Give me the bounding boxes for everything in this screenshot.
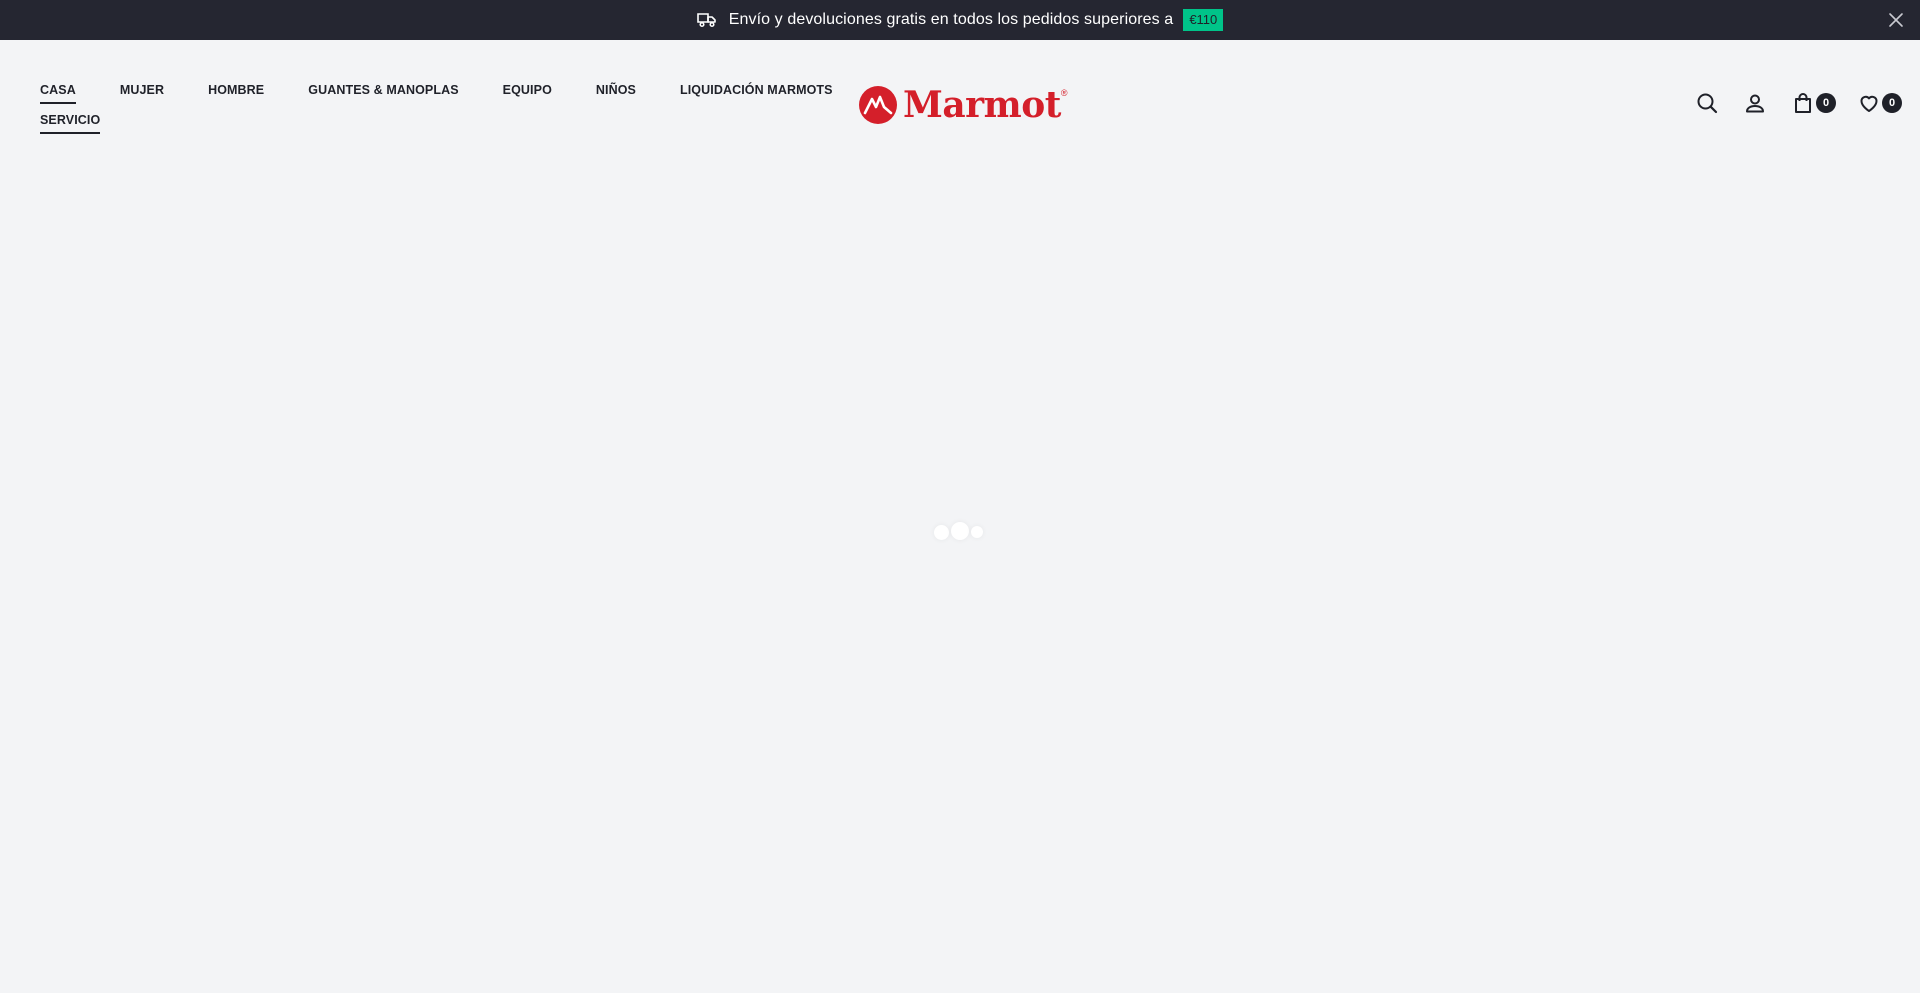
- loading-dot: [971, 526, 983, 538]
- announcement-text: Envío y devoluciones gratis en todos los…: [728, 11, 1174, 28]
- nav-row-secondary: SERVICIO: [40, 112, 800, 134]
- nav-item-casa[interactable]: CASA: [40, 83, 76, 104]
- user-icon[interactable]: [1744, 92, 1766, 114]
- shopping-bag-icon: [1795, 93, 1811, 113]
- cart-button[interactable]: 0: [1792, 92, 1836, 114]
- heart-icon: [1860, 95, 1878, 112]
- truck-icon: [696, 12, 717, 28]
- free-shipping-threshold-badge: €110: [1183, 9, 1224, 31]
- nav-row-primary: CASA MUJER HOMBRE GUANTES & MANOPLAS EQU…: [40, 82, 832, 104]
- nav-item-ninos[interactable]: NIÑOS: [596, 83, 636, 104]
- announcement-content: Envío y devoluciones gratis en todos los…: [0, 0, 1920, 40]
- cart-count-badge: 0: [1816, 93, 1836, 113]
- site-header: CASA MUJER HOMBRE GUANTES & MANOPLAS EQU…: [0, 40, 1920, 152]
- logo-wordmark: Marmot: [903, 84, 1061, 126]
- nav-item-mujer[interactable]: MUJER: [120, 83, 164, 104]
- close-icon[interactable]: [1888, 12, 1904, 28]
- loading-dots-icon: [930, 520, 990, 544]
- marmot-logo[interactable]: Marmot ®: [858, 84, 1068, 126]
- loading-dot: [934, 525, 949, 540]
- marmot-logo-mark-icon: [859, 86, 897, 124]
- nav-item-liquidacion-marmots[interactable]: LIQUIDACIÓN MARMOTS: [680, 83, 833, 104]
- announcement-bar: Envío y devoluciones gratis en todos los…: [0, 0, 1920, 40]
- nav-item-hombre[interactable]: HOMBRE: [208, 83, 264, 104]
- registered-mark-icon: ®: [1060, 88, 1068, 98]
- nav-item-equipo[interactable]: EQUIPO: [503, 83, 552, 104]
- wishlist-count-badge: 0: [1882, 93, 1902, 113]
- loading-dot: [951, 522, 969, 540]
- main-navigation: CASA MUJER HOMBRE GUANTES & MANOPLAS EQU…: [40, 82, 832, 134]
- wishlist-button[interactable]: 0: [1858, 92, 1902, 114]
- nav-item-servicio[interactable]: SERVICIO: [40, 113, 101, 134]
- search-icon[interactable]: [1696, 92, 1718, 114]
- nav-item-guantes-manoplas[interactable]: GUANTES & MANOPLAS: [308, 83, 458, 104]
- header-actions: 0 0: [1674, 92, 1902, 114]
